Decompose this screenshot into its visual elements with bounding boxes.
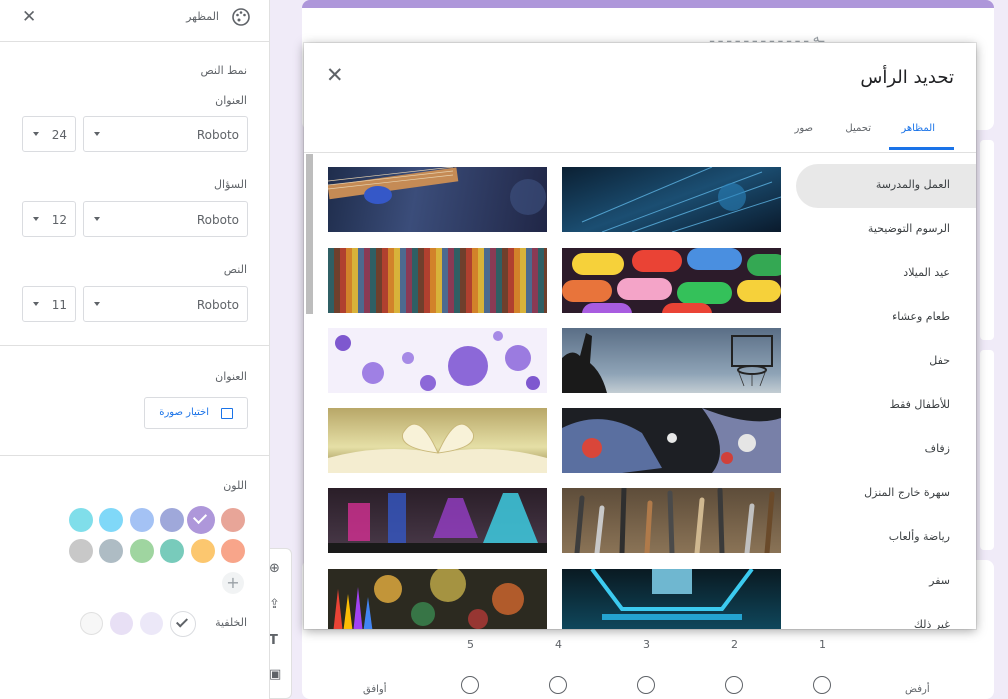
import-question-icon[interactable]: ⇪ <box>269 597 280 612</box>
text-font-select[interactable]: Roboto <box>83 286 248 322</box>
divider <box>0 345 269 346</box>
question-label: السؤال <box>214 178 247 191</box>
heading-size-select[interactable]: 24 <box>22 116 76 152</box>
background-swatch[interactable] <box>170 611 196 637</box>
text-style-label: نمط النص <box>200 64 247 77</box>
color-swatch[interactable] <box>187 506 215 534</box>
header-thumbnail-paint-hands[interactable] <box>562 408 781 473</box>
scale-number: 4 <box>555 638 562 651</box>
color-label: اللون <box>223 479 247 492</box>
color-swatch[interactable] <box>68 539 93 563</box>
category-item[interactable]: العمل والمدرسة <box>876 178 950 191</box>
category-item[interactable]: سفر <box>929 574 950 587</box>
scale-high-label: أوافق <box>363 684 387 695</box>
theme-sidebar: ✕ المظهر نمط النص العنوان Roboto 24 السؤ… <box>0 0 270 699</box>
header-thumbnail-yarn[interactable] <box>328 248 547 313</box>
scale-radio[interactable] <box>461 676 479 694</box>
color-swatch[interactable] <box>99 508 123 532</box>
background-swatch[interactable] <box>110 612 133 635</box>
header-thumbnail-pencils[interactable] <box>328 569 547 629</box>
background-swatch[interactable] <box>140 612 163 635</box>
color-swatch[interactable] <box>221 539 245 563</box>
header-thumbnail-microscope[interactable] <box>562 569 781 629</box>
tab-upload[interactable]: تحميل <box>845 123 871 134</box>
add-question-icon[interactable]: ⊕ <box>269 561 280 576</box>
scale-low-label: أرفض <box>905 684 930 695</box>
tab-photos[interactable]: صور <box>795 123 814 134</box>
category-item[interactable]: للأطفال فقط <box>890 398 950 411</box>
add-title-icon[interactable]: T <box>269 633 278 648</box>
scale-number: 1 <box>819 638 826 651</box>
category-item[interactable]: عيد الميلاد <box>903 266 950 279</box>
header-thumbnail-bubbles[interactable] <box>328 328 547 393</box>
check-icon <box>192 509 208 525</box>
check-icon <box>175 615 189 628</box>
form-question-card <box>980 140 994 340</box>
category-item[interactable]: زفاف <box>925 442 950 455</box>
choose-image-button[interactable]: اختيار صورة <box>144 397 248 429</box>
scrollbar[interactable] <box>306 154 313 314</box>
divider <box>0 455 269 456</box>
color-swatch[interactable] <box>129 539 154 563</box>
add-color-button[interactable]: + <box>222 572 244 594</box>
tab-themes[interactable]: المظاهر <box>901 123 935 134</box>
header-thumbnail-candy[interactable] <box>562 248 781 313</box>
heading-label: العنوان <box>215 94 247 107</box>
color-swatch[interactable] <box>68 508 93 532</box>
sidebar-title: المظهر <box>186 10 219 23</box>
category-item[interactable]: سهرة خارج المنزل <box>864 486 950 499</box>
header-picker-dialog: تحديد الرأس ✕ المظاهر تحميل صور العمل وا… <box>304 43 976 629</box>
header-thumbnail-basketball[interactable] <box>562 328 781 393</box>
sidebar-header: ✕ المظهر <box>0 0 269 42</box>
palette-icon <box>232 8 250 26</box>
color-swatch[interactable] <box>190 539 215 563</box>
scale-radio[interactable] <box>813 676 831 694</box>
heading-font-select[interactable]: Roboto <box>83 116 248 152</box>
color-swatch[interactable] <box>160 508 184 532</box>
close-icon[interactable]: ✕ <box>22 7 36 27</box>
close-icon[interactable]: ✕ <box>326 63 344 87</box>
text-size-select[interactable]: 11 <box>22 286 76 322</box>
scale-number: 5 <box>467 638 474 651</box>
text-label: النص <box>223 263 247 276</box>
tab-indicator <box>889 147 954 150</box>
scale-radio[interactable] <box>549 676 567 694</box>
color-swatch[interactable] <box>129 508 154 532</box>
question-size-select[interactable]: 12 <box>22 201 76 237</box>
category-item[interactable]: طعام وعشاء <box>892 310 950 323</box>
color-swatch[interactable] <box>221 508 245 532</box>
image-icon <box>221 408 233 419</box>
scale-radio[interactable] <box>637 676 655 694</box>
scale-radio[interactable] <box>725 676 743 694</box>
scale-number: 2 <box>731 638 738 651</box>
header-thumbnail-brushes[interactable] <box>562 488 781 553</box>
background-swatch[interactable] <box>80 612 103 635</box>
category-item[interactable]: غير ذلك <box>914 618 950 629</box>
header-thumbnail-chemistry[interactable] <box>328 488 547 553</box>
header-thumbnail-water[interactable] <box>562 167 781 232</box>
category-item[interactable]: رياضة وألعاب <box>889 530 950 543</box>
dialog-title: تحديد الرأس <box>860 67 954 88</box>
header-thumbnail-guitar[interactable] <box>328 167 547 232</box>
divider <box>304 152 976 153</box>
add-image-icon[interactable]: ▣ <box>269 667 281 682</box>
question-font-select[interactable]: Roboto <box>83 201 248 237</box>
scale-number: 3 <box>643 638 650 651</box>
header-thumbnail-book[interactable] <box>328 408 547 473</box>
background-label: الخلفية <box>215 616 247 629</box>
category-item[interactable]: حفل <box>929 354 950 367</box>
color-swatch[interactable] <box>160 539 184 563</box>
color-swatch[interactable] <box>99 539 123 563</box>
category-item[interactable]: الرسوم التوضيحية <box>868 222 950 235</box>
form-question-card <box>980 350 994 550</box>
header-label: العنوان <box>215 370 247 383</box>
